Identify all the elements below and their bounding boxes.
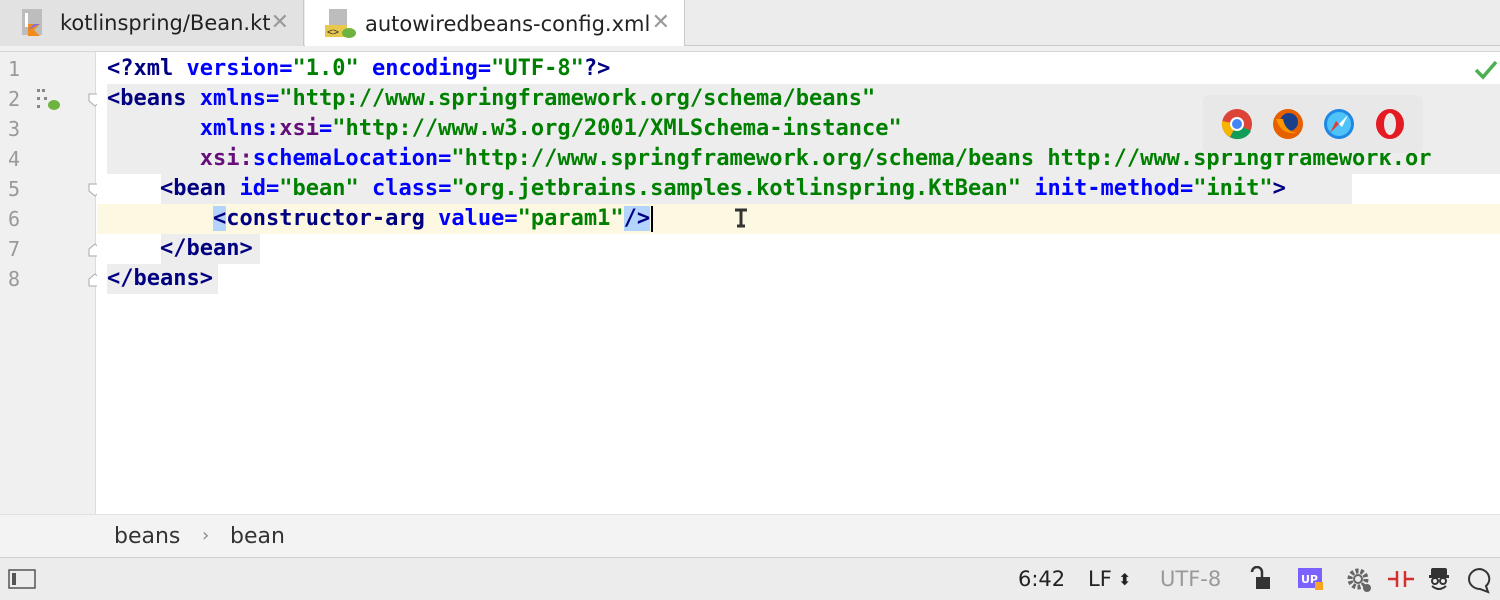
- line-number: 2: [8, 87, 21, 111]
- token: "http://www.w3.org/2001/XMLSchema-instan…: [332, 116, 902, 141]
- token: init-method: [1034, 176, 1180, 201]
- close-icon[interactable]: ✕: [652, 10, 670, 35]
- token: xml: [133, 56, 174, 81]
- token: <: [212, 206, 227, 231]
- line-number: 3: [8, 117, 21, 141]
- token: encoding: [371, 56, 478, 81]
- line-number: 8: [8, 267, 21, 291]
- code-line-3: xmlns:xsi="http://www.w3.org/2001/XMLSch…: [107, 114, 902, 144]
- close-icon[interactable]: ✕: [271, 10, 289, 35]
- breadcrumb: beans › bean: [0, 514, 1500, 558]
- token: <bean: [159, 176, 227, 201]
- token: =: [438, 146, 452, 171]
- code-line-1: <?xml version="1.0" encoding="UTF-8"?>: [107, 54, 610, 84]
- token: id: [239, 176, 266, 201]
- token: xmlns: [199, 86, 266, 111]
- open-in-browser-popup: [1203, 95, 1423, 153]
- token: class: [371, 176, 439, 201]
- spring-bean-gutter-icon[interactable]: [36, 88, 62, 112]
- token: constructor-arg: [226, 206, 425, 231]
- caret-position[interactable]: 6:42: [1018, 567, 1065, 591]
- status-bar: 6:42 LF ⬍ UTF-8 UP: [0, 558, 1500, 600]
- token: "org.jetbrains.samples.kotlinspring.KtBe…: [451, 176, 1021, 201]
- editor-gutter[interactable]: 1 2 3 4 5 6 7 8: [0, 52, 102, 514]
- token: "UTF-8": [491, 56, 584, 81]
- event-log-icon[interactable]: [1466, 566, 1492, 594]
- line-separator[interactable]: LF: [1088, 567, 1112, 591]
- code-line-2: <beans xmlns="http://www.springframework…: [107, 84, 875, 114]
- token: </bean>: [159, 236, 253, 261]
- tab-label: kotlinspring/Bean.kt: [60, 11, 271, 35]
- token: xmlns:: [199, 116, 280, 141]
- lock-open-icon[interactable]: [1248, 565, 1274, 592]
- spring-xml-file-icon: <>: [323, 7, 357, 41]
- disconnected-icon[interactable]: [1386, 566, 1414, 592]
- hector-inspector-icon[interactable]: [1426, 566, 1452, 592]
- inspection-ok-icon[interactable]: [1474, 58, 1498, 82]
- selected-token: />: [623, 206, 651, 231]
- svg-text:<>: <>: [327, 27, 339, 38]
- breadcrumb-item[interactable]: beans: [114, 524, 180, 549]
- tab-label: autowiredbeans-config.xml: [365, 11, 651, 36]
- token: "http://www.springframework.org/schema/b…: [279, 86, 876, 111]
- token: version: [186, 56, 280, 81]
- token: ?>: [583, 56, 611, 81]
- token: "init": [1193, 176, 1273, 201]
- code-line-8: </beans>: [107, 264, 213, 294]
- editor-tab-bar: kotlinspring/Bean.kt ✕ <> autowiredbeans…: [0, 0, 1500, 47]
- token: =: [1179, 176, 1194, 201]
- token: xsi:: [199, 146, 253, 171]
- line-number: 7: [8, 237, 21, 261]
- chevron-right-icon: ›: [202, 525, 210, 546]
- token: =: [279, 56, 293, 81]
- line-number: 4: [8, 147, 21, 171]
- file-encoding[interactable]: UTF-8: [1160, 567, 1221, 591]
- token: =: [477, 56, 492, 81]
- token: schemaLocation: [252, 146, 439, 171]
- token: <?: [107, 56, 134, 81]
- tab-bean-kt[interactable]: kotlinspring/Bean.kt ✕: [0, 0, 304, 46]
- chrome-icon[interactable]: [1220, 107, 1254, 141]
- token: <beans: [107, 86, 187, 111]
- line-number: 5: [8, 177, 21, 201]
- token: value: [438, 206, 505, 231]
- token: =: [438, 176, 452, 201]
- line-number: 6: [8, 207, 21, 231]
- kotlin-file-icon: [18, 6, 52, 40]
- safari-icon[interactable]: [1322, 107, 1356, 141]
- tool-window-toggle-icon[interactable]: [8, 568, 38, 590]
- token: >: [1272, 176, 1286, 201]
- chevron-updown-icon[interactable]: ⬍: [1118, 570, 1131, 589]
- token: =: [265, 86, 280, 111]
- token: "param1": [517, 206, 624, 231]
- opera-icon[interactable]: [1373, 107, 1407, 141]
- breadcrumb-item[interactable]: bean: [230, 524, 285, 549]
- code-line-6: <constructor-arg value="param1"/>: [107, 204, 654, 234]
- ibeam-cursor-icon: [731, 208, 751, 228]
- tab-autowiredbeans-config-xml[interactable]: <> autowiredbeans-config.xml ✕: [305, 0, 685, 47]
- token: =: [265, 176, 280, 201]
- firefox-icon[interactable]: [1271, 107, 1305, 141]
- token: "1.0": [292, 56, 359, 81]
- upsource-icon[interactable]: UP: [1297, 566, 1323, 592]
- token: "bean": [279, 176, 359, 201]
- code-line-7: </bean>: [107, 234, 253, 264]
- text-caret: [651, 206, 654, 232]
- token: =: [318, 116, 333, 141]
- token: xsi: [279, 116, 319, 141]
- token: =: [504, 206, 518, 231]
- code-line-5: <bean id="bean" class="org.jetbrains.sam…: [107, 174, 1286, 204]
- line-number: 1: [8, 57, 21, 81]
- gear-icon[interactable]: [1345, 566, 1371, 592]
- token: </beans>: [107, 266, 213, 291]
